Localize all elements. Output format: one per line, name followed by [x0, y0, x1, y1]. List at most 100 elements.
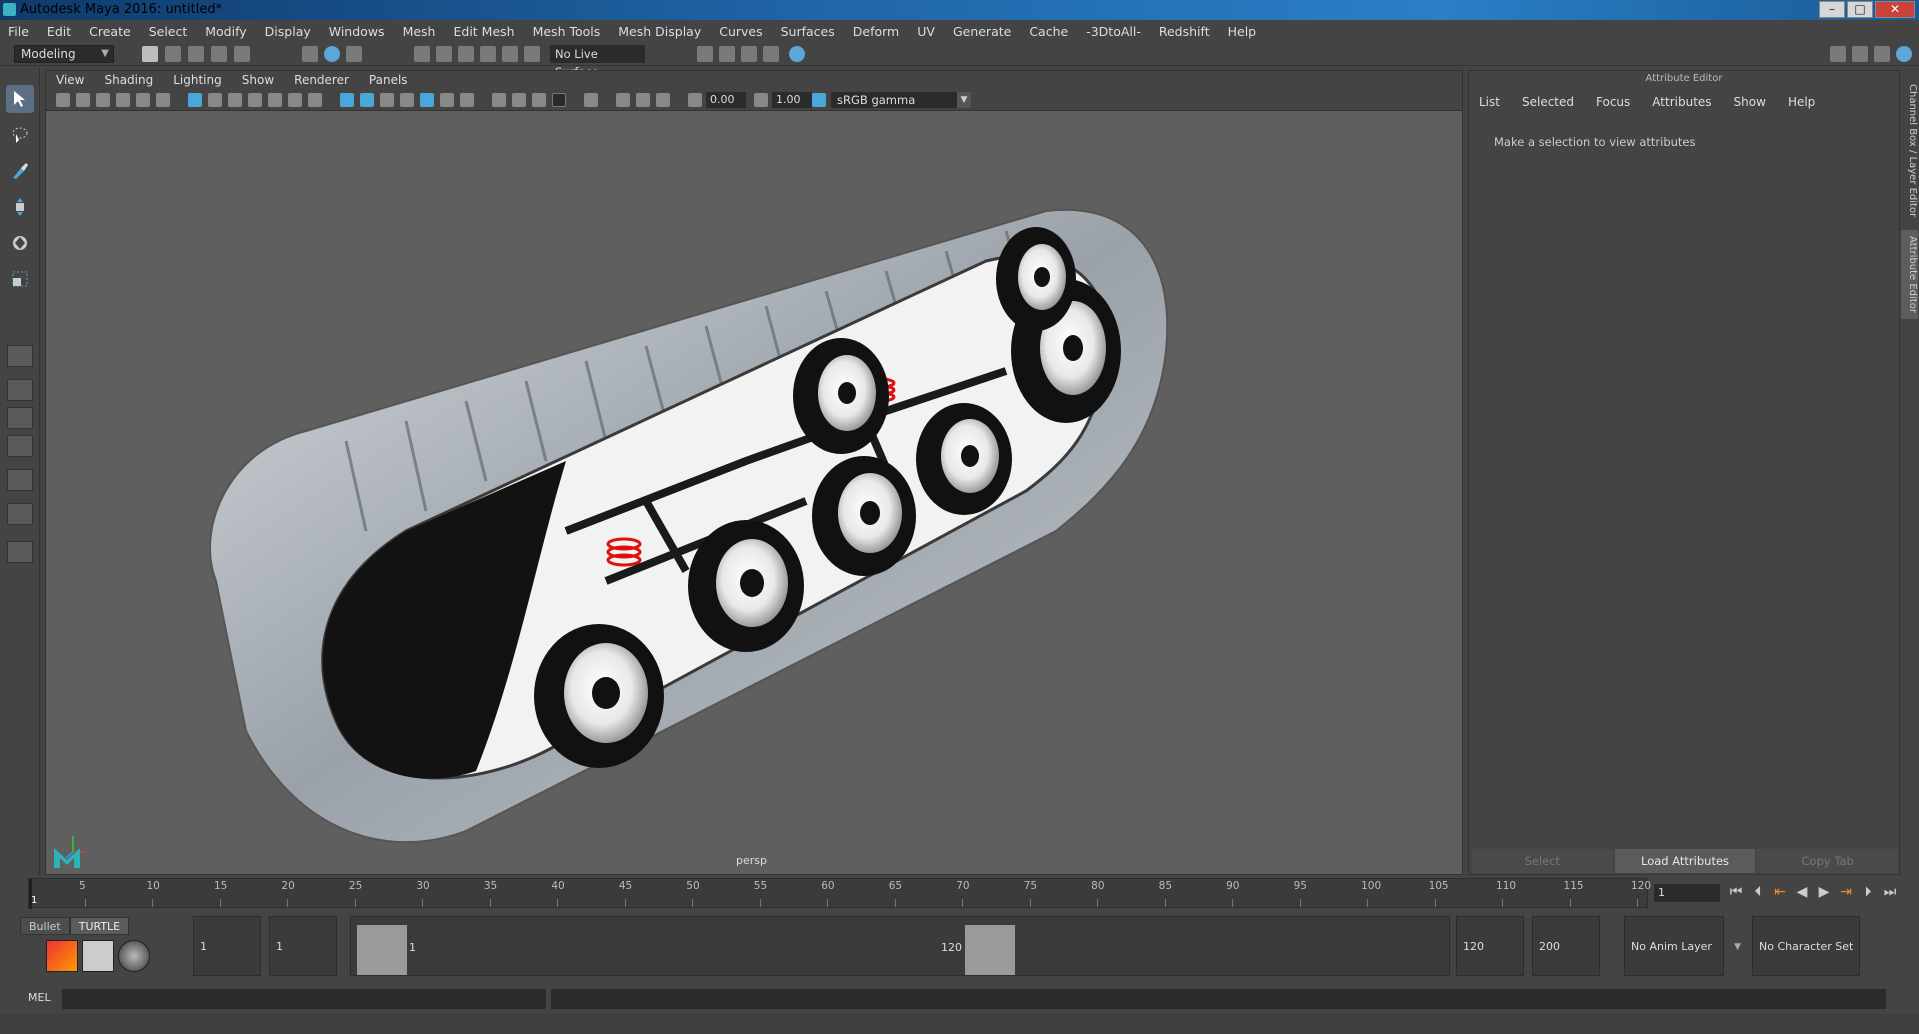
menu-set-dropdown[interactable]: Modeling ▼: [14, 45, 114, 63]
select-by-component-icon[interactable]: [346, 46, 362, 62]
channel-box-toggle-icon[interactable]: [1896, 46, 1912, 62]
time-ruler[interactable]: 1 5 10 15 20 25 30 35 40 45 50 55 60 65 70 75 80 85 90 95 1…: [28, 878, 1651, 909]
grid-toggle-icon[interactable]: [188, 93, 202, 107]
menu-3dtoall[interactable]: -3DtoAll-: [1086, 24, 1141, 39]
safe-action-icon[interactable]: [288, 93, 302, 107]
gamma-icon[interactable]: [754, 93, 768, 107]
attribute-editor-tab[interactable]: Attribute Editor: [1901, 230, 1918, 319]
menu-surfaces[interactable]: Surfaces: [781, 24, 835, 39]
ae-menu-focus[interactable]: Focus: [1596, 95, 1630, 109]
select-by-hierarchy-icon[interactable]: [302, 46, 318, 62]
textured-icon[interactable]: [420, 93, 434, 107]
xray-joints-icon[interactable]: [656, 93, 670, 107]
select-tool-icon[interactable]: [6, 85, 34, 113]
vp-menu-show[interactable]: Show: [242, 73, 274, 87]
snap-curve-icon[interactable]: [436, 46, 452, 62]
new-scene-icon[interactable]: [142, 46, 158, 62]
open-scene-icon[interactable]: [165, 46, 181, 62]
render-view-icon[interactable]: [763, 46, 779, 62]
menu-windows[interactable]: Windows: [329, 24, 385, 39]
viewport-panel[interactable]: View Shading Lighting Show Renderer Pane…: [45, 70, 1463, 875]
close-button[interactable]: ✕: [1875, 1, 1915, 18]
range-track[interactable]: 1 120: [350, 916, 1450, 976]
paint-select-tool-icon[interactable]: [6, 157, 34, 185]
vp-menu-lighting[interactable]: Lighting: [173, 73, 222, 87]
layout-single-pane-icon[interactable]: [7, 345, 33, 367]
gamma-field[interactable]: 1.00: [772, 92, 812, 108]
tank-track-model[interactable]: [46, 111, 1463, 875]
select-by-object-icon[interactable]: [324, 46, 340, 62]
layout-four-pane-icon[interactable]: [7, 379, 33, 401]
gate-mask-icon[interactable]: [248, 93, 262, 107]
layout-outliner-icon[interactable]: [7, 469, 33, 491]
maximize-button[interactable]: □: [1847, 1, 1873, 18]
ae-menu-attributes[interactable]: Attributes: [1652, 95, 1711, 109]
camera-attributes-icon[interactable]: [76, 93, 90, 107]
wireframe-icon[interactable]: [340, 93, 354, 107]
animation-start-field[interactable]: 1: [193, 916, 261, 976]
menu-cache[interactable]: Cache: [1029, 24, 1068, 39]
menu-curves[interactable]: Curves: [719, 24, 762, 39]
menu-modify[interactable]: Modify: [205, 24, 246, 39]
image-plane-icon[interactable]: [116, 93, 130, 107]
smooth-shade-icon[interactable]: [360, 93, 374, 107]
use-all-lights-icon[interactable]: [440, 93, 454, 107]
current-frame-field[interactable]: 1: [1654, 884, 1720, 902]
ae-menu-show[interactable]: Show: [1734, 95, 1766, 109]
hypershade-icon[interactable]: [789, 46, 805, 62]
layout-options-icon[interactable]: [7, 541, 33, 563]
animation-end-field[interactable]: 200: [1532, 916, 1600, 976]
anim-layer-dropdown[interactable]: No Anim Layer ▼: [1624, 916, 1741, 976]
minimize-button[interactable]: –: [1819, 1, 1845, 18]
xray-active-components-icon[interactable]: [636, 93, 650, 107]
resolution-gate-icon[interactable]: [228, 93, 242, 107]
depth-of-field-icon[interactable]: [552, 93, 566, 107]
vp-menu-view[interactable]: View: [56, 73, 84, 87]
isolate-select-icon[interactable]: [584, 93, 598, 107]
playback-start-field[interactable]: 1: [269, 916, 337, 976]
render-settings-icon[interactable]: [697, 46, 713, 62]
save-scene-icon[interactable]: [188, 46, 204, 62]
exposure-icon[interactable]: [688, 93, 702, 107]
menu-mesh-tools[interactable]: Mesh Tools: [533, 24, 601, 39]
play-backwards-icon[interactable]: ◀: [1794, 884, 1810, 900]
step-back-icon[interactable]: ⏴: [1750, 884, 1766, 900]
menu-select[interactable]: Select: [149, 24, 188, 39]
safe-title-icon[interactable]: [308, 93, 322, 107]
ae-menu-help[interactable]: Help: [1788, 95, 1815, 109]
field-chart-icon[interactable]: [268, 93, 282, 107]
vp-menu-renderer[interactable]: Renderer: [294, 73, 349, 87]
step-forward-icon[interactable]: ⏵: [1860, 884, 1876, 900]
multisample-aa-icon[interactable]: [532, 93, 546, 107]
menu-redshift[interactable]: Redshift: [1159, 24, 1210, 39]
layout-graph-icon[interactable]: [7, 503, 33, 525]
turtle-sphere-icon[interactable]: [118, 940, 150, 972]
lasso-tool-icon[interactable]: [6, 121, 34, 149]
turtle-render-icon[interactable]: [46, 940, 78, 972]
script-language-label[interactable]: MEL: [28, 991, 51, 1004]
ae-menu-selected[interactable]: Selected: [1522, 95, 1574, 109]
channel-box-tab[interactable]: Channel Box / Layer Editor: [1901, 78, 1918, 223]
ae-load-attributes-button[interactable]: Load Attributes: [1614, 849, 1756, 873]
snap-live-icon[interactable]: [502, 46, 518, 62]
ae-copy-tab-button[interactable]: Copy Tab: [1757, 849, 1899, 873]
menu-display[interactable]: Display: [265, 24, 311, 39]
grease-pencil-icon[interactable]: [156, 93, 170, 107]
color-management-icon[interactable]: [812, 93, 826, 107]
shelf-tab-turtle[interactable]: TURTLE: [69, 917, 130, 935]
exposure-field[interactable]: 0.00: [706, 92, 746, 108]
vp-menu-shading[interactable]: Shading: [104, 73, 153, 87]
render-frame-icon[interactable]: [719, 46, 735, 62]
range-end-handle[interactable]: [965, 925, 1015, 975]
range-start-handle[interactable]: [357, 925, 407, 975]
two-d-pan-icon[interactable]: [136, 93, 150, 107]
vp-menu-panels[interactable]: Panels: [369, 73, 408, 87]
playback-end-field[interactable]: 120: [1456, 916, 1524, 976]
menu-mesh[interactable]: Mesh: [403, 24, 436, 39]
menu-edit-mesh[interactable]: Edit Mesh: [453, 24, 514, 39]
scale-tool-icon[interactable]: [6, 265, 34, 293]
film-gate-icon[interactable]: [208, 93, 222, 107]
menu-edit[interactable]: Edit: [47, 24, 71, 39]
menu-file[interactable]: File: [8, 24, 29, 39]
screen-space-ao-icon[interactable]: [492, 93, 506, 107]
